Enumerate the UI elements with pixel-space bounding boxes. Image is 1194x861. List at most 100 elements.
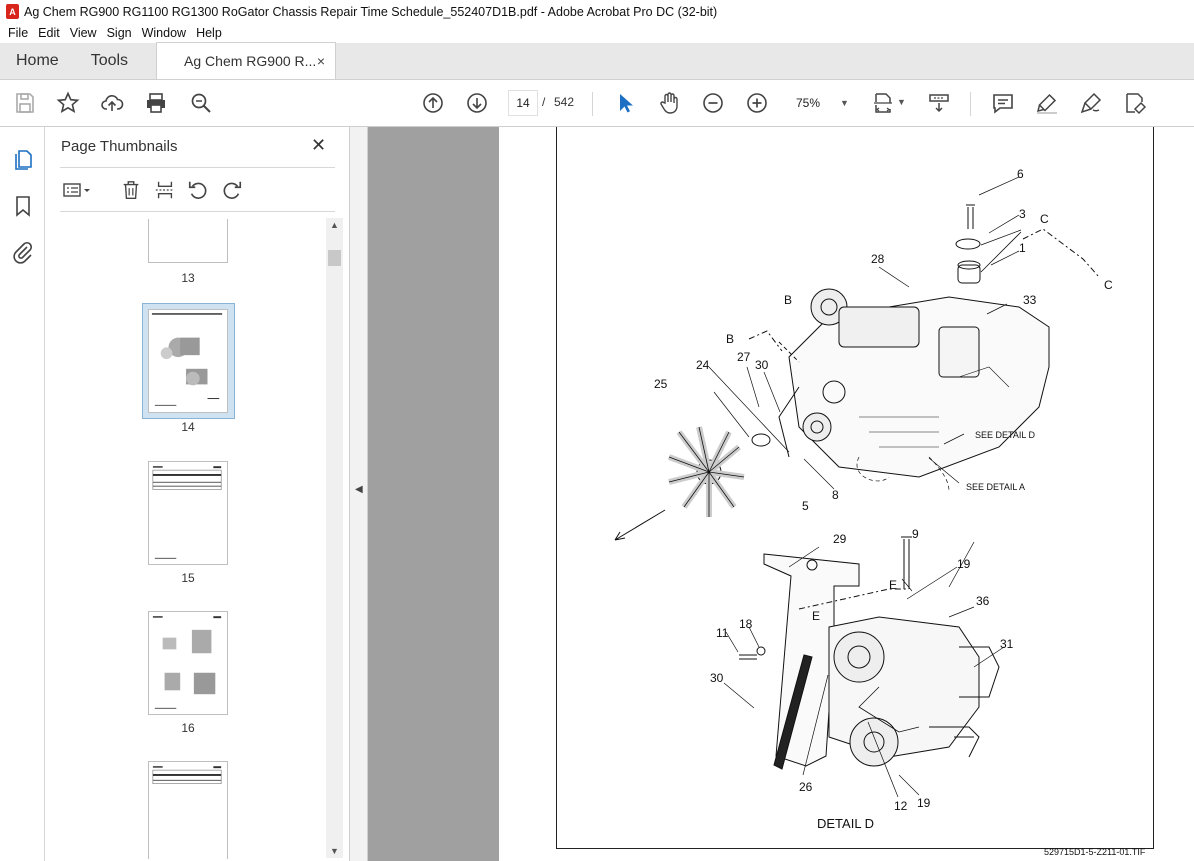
select-cursor-icon[interactable] [612,90,638,116]
tab-home[interactable]: Home [0,43,75,79]
thumbnail-page-16[interactable] [148,611,228,715]
page-thumbnails-icon[interactable] [10,147,36,173]
menu-bar: File Edit View Sign Window Help [0,23,1194,43]
extract-pages-icon[interactable] [153,179,177,201]
see-detail-a-note: SEE DETAIL A [966,482,1026,492]
hand-tool-icon[interactable] [656,90,682,116]
zoom-out-icon[interactable] [700,90,726,116]
tab-document-label: Ag Chem RG900 R... [184,53,317,69]
callout: 5 [802,499,809,513]
page-number-input[interactable]: 14 [508,90,538,116]
panel-collapse-strip[interactable]: ◀ [350,127,368,861]
callout: 26 [799,780,813,794]
thumbnail-page-15[interactable] [148,461,228,565]
next-page-icon[interactable] [464,90,490,116]
bookmark-star-icon[interactable] [55,90,81,116]
bookmarks-icon[interactable] [10,193,36,219]
callout: 9 [912,527,919,541]
thumbnail-page-17[interactable] [148,761,228,859]
callout: 6 [1017,167,1024,181]
close-tab-icon[interactable]: × [317,53,325,69]
scrollbar-thumb[interactable] [328,250,341,266]
figure-id: 529715D1-5-Z211-01.TIF [1044,847,1146,857]
page-fit-chevron-icon[interactable]: ▼ [897,97,906,107]
document-viewer[interactable]: 6 3 C 1 C 28 33 B B 27 30 24 25 8 5 SEE … [368,127,1194,861]
callout: 31 [1000,637,1014,651]
thumbnail-label-13: 13 [181,271,195,285]
callout: E [812,609,821,623]
menu-file[interactable]: File [3,26,33,40]
collapse-panel-icon[interactable]: ◀ [355,484,363,495]
comment-icon[interactable] [990,90,1016,116]
callout: 29 [833,532,847,546]
scroll-mode-icon[interactable] [926,90,952,116]
tab-tools[interactable]: Tools [75,43,144,79]
menu-help[interactable]: Help [191,26,227,40]
toolbar-divider [970,92,971,116]
rotate-right-icon[interactable] [220,179,244,201]
callout: 30 [710,671,724,685]
thumbnail-page-16-preview [152,616,222,709]
callout: 28 [871,252,885,266]
tab-bar: Home Tools Ag Chem RG900 R... × [0,42,1194,80]
exploded-parts-drawing [614,176,1100,798]
menu-sign[interactable]: Sign [102,26,137,40]
thumbnail-page-14-preview [151,313,223,406]
zoom-level-value: 75% [796,96,821,110]
callout: 19 [917,796,931,810]
callout: 24 [696,358,710,372]
thumbnail-label-15: 15 [181,571,195,585]
callout: 30 [755,358,769,372]
callout: 27 [737,350,751,364]
title-bar: A Ag Chem RG900 RG1100 RG1300 RoGator Ch… [0,0,1194,23]
total-pages: 542 [554,95,575,109]
callout: 3 [1019,207,1026,221]
thumbnail-options-icon[interactable] [59,179,95,201]
page-fit-icon[interactable] [870,90,896,116]
pdf-icon: A [6,4,19,19]
callout: 8 [832,488,839,502]
upload-cloud-icon[interactable] [99,90,125,116]
thumbnail-page-13[interactable] [148,219,228,263]
scroll-down-icon[interactable]: ▼ [330,846,339,856]
callout: 12 [894,799,908,813]
menu-window[interactable]: Window [137,26,191,40]
zoom-level-select[interactable]: 75% ▼ [790,90,850,116]
menu-edit[interactable]: Edit [33,26,65,40]
thumbnail-label-16: 16 [181,721,195,735]
attachments-icon[interactable] [10,239,36,265]
zoom-in-icon[interactable] [744,90,770,116]
window-title: Ag Chem RG900 RG1100 RG1300 RoGator Chas… [24,4,718,19]
thumbnail-page-14[interactable] [148,309,228,413]
thumbnail-label-14: 14 [181,420,195,434]
thumbnail-scrollbar[interactable]: ▲ ▼ [326,218,343,858]
pdf-page: 6 3 C 1 C 28 33 B B 27 30 24 25 8 5 SEE … [499,127,1194,861]
callout: 11 [716,626,729,640]
thumbnail-page-15-preview [152,466,222,559]
page-thumbnails-panel: Page Thumbnails ✕ 13 14 15 16 [45,127,350,861]
tab-document[interactable]: Ag Chem RG900 R... × [156,42,337,79]
rotate-left-icon[interactable] [186,179,210,201]
highlight-pen-icon[interactable] [1034,90,1060,116]
menu-view[interactable]: View [65,26,102,40]
callout: B [726,332,735,346]
callout: 25 [654,377,668,391]
callout: 33 [1023,293,1037,307]
callout: 18 [739,617,753,631]
callout: B [784,293,793,307]
toolbar: 14 / 542 75% ▼ ▼ [0,80,1194,127]
page-separator: / [542,95,546,109]
save-icon[interactable] [12,90,38,116]
delete-page-icon[interactable] [119,179,143,201]
panel-divider [60,211,335,212]
sign-pen-icon[interactable] [1078,90,1104,116]
thumbnail-list: 13 14 15 16 [60,219,325,859]
zoom-search-icon[interactable] [188,90,214,116]
fill-sign-icon[interactable] [1122,90,1148,116]
close-panel-icon[interactable]: ✕ [311,135,326,156]
print-icon[interactable] [143,90,169,116]
scroll-up-icon[interactable]: ▲ [330,220,339,230]
previous-page-icon[interactable] [420,90,446,116]
chevron-down-icon: ▼ [840,98,849,108]
callout: 36 [976,594,990,608]
